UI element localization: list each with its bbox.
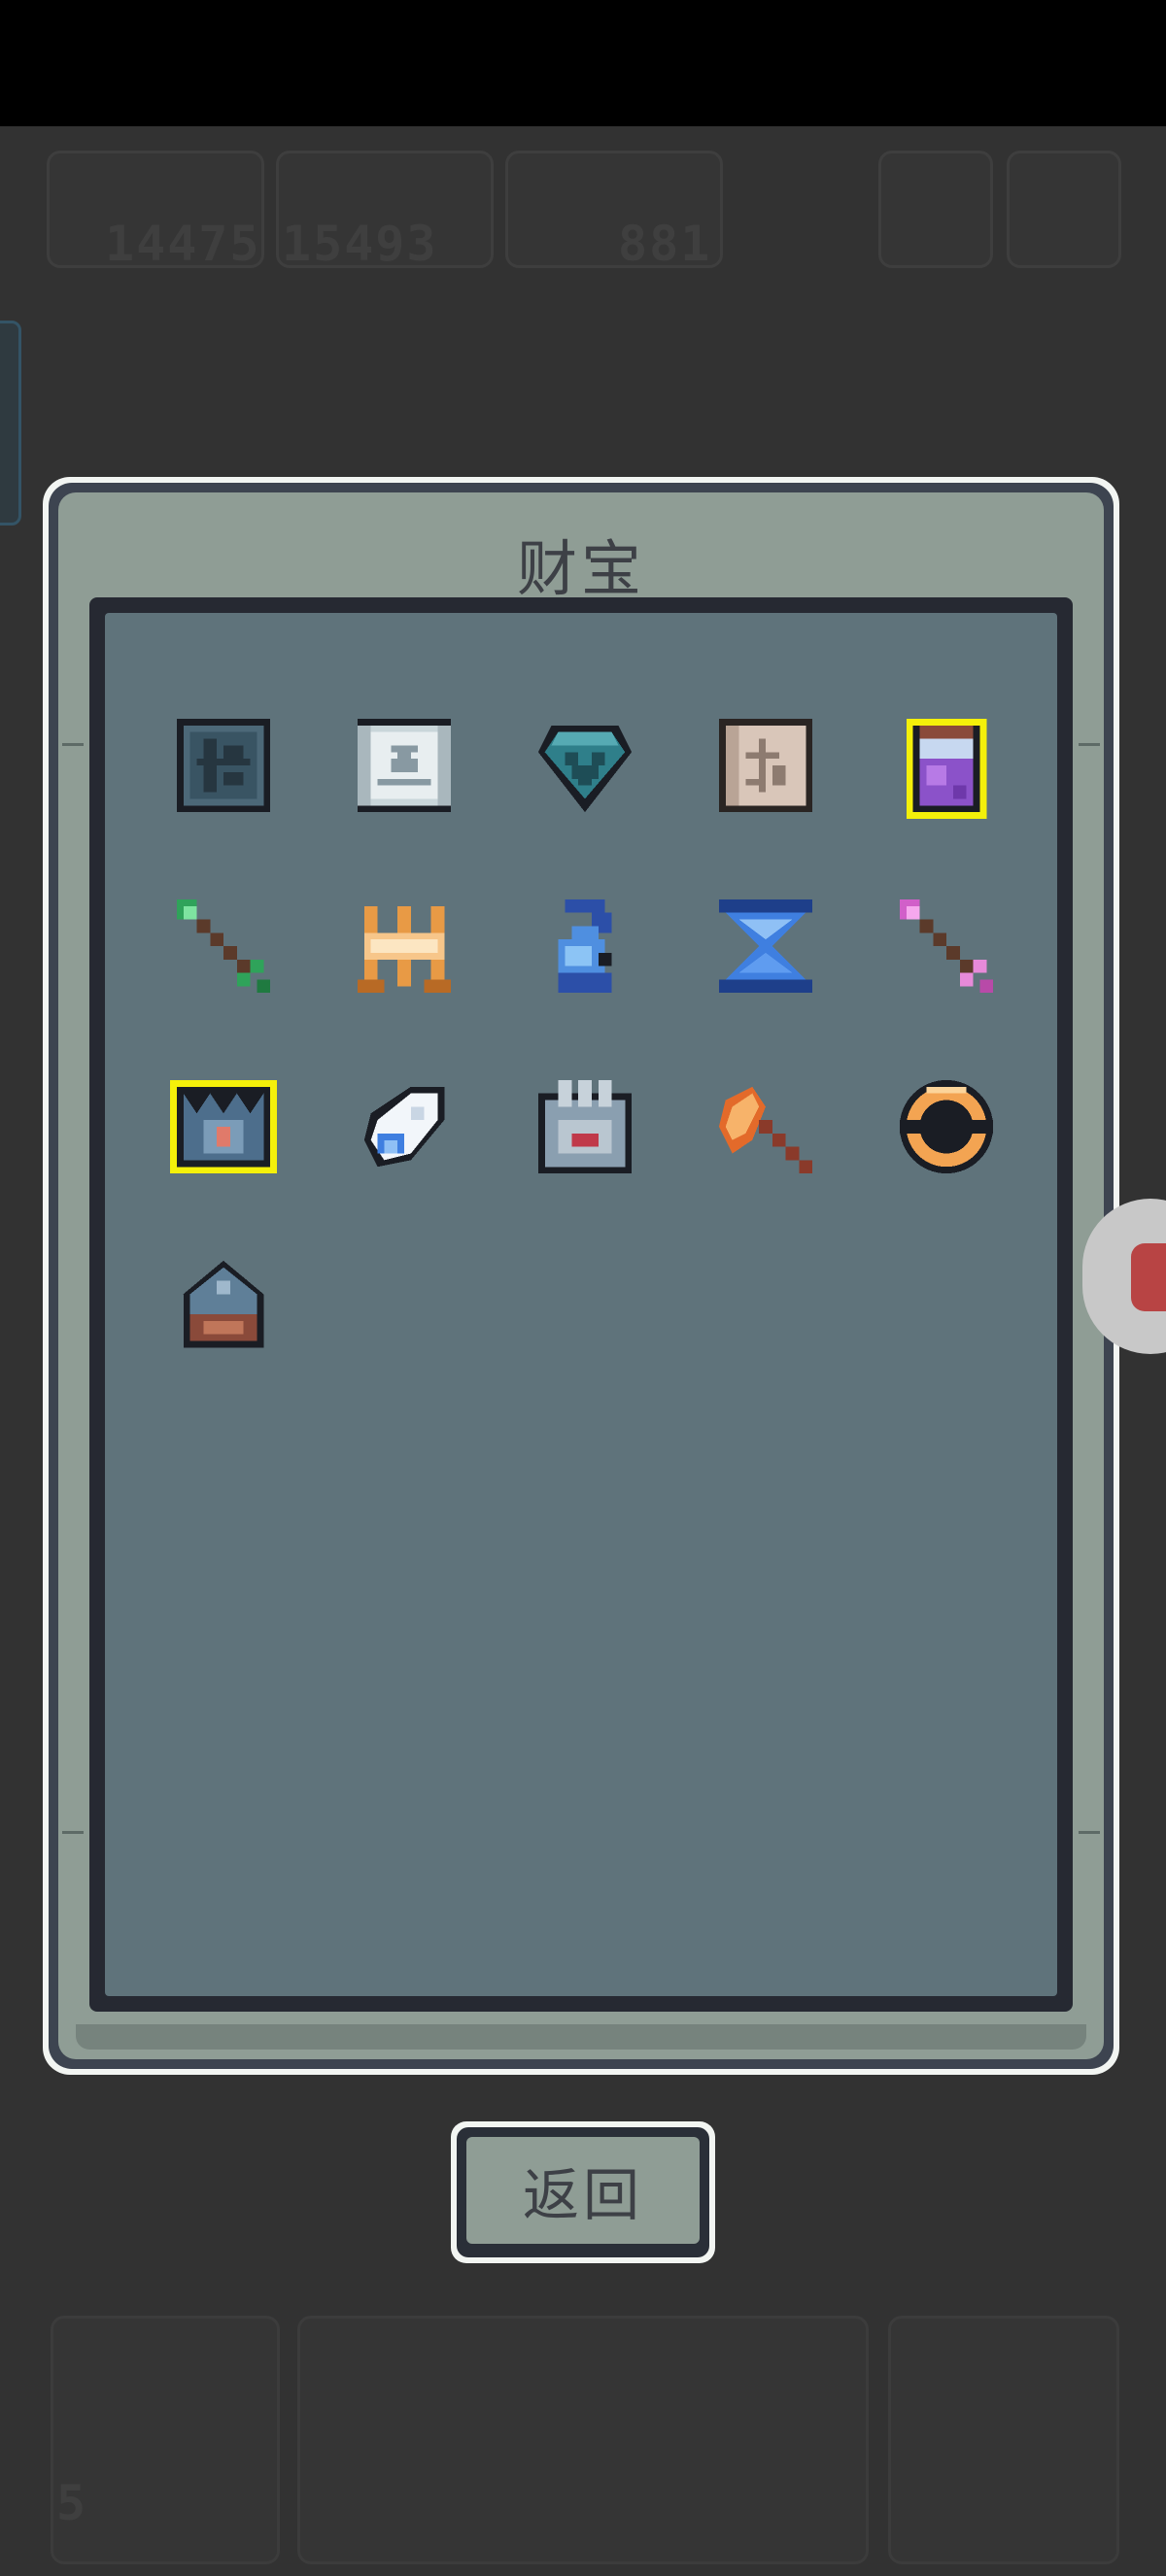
currency-value-3: 881: [618, 216, 712, 272]
spiked-crown-icon: [170, 1079, 277, 1174]
treasure-dialog: 财宝: [43, 477, 1119, 2075]
teal-heart-gem-icon: [537, 725, 633, 813]
treasure-slot-10[interactable]: [888, 888, 1005, 1004]
blue-hourglass-icon: [718, 898, 813, 994]
treasure-slot-7[interactable]: [346, 888, 463, 1004]
treasure-slot-8[interactable]: [527, 888, 643, 1004]
treasure-slot-1[interactable]: [165, 707, 282, 824]
treasure-slot-11[interactable]: [165, 1068, 282, 1185]
ancient-map-icon: [718, 718, 813, 813]
status-bar: [0, 0, 1166, 126]
treasure-slot-16[interactable]: [165, 1249, 282, 1366]
menu-button-2: [1007, 151, 1121, 268]
bottom-nav-center: [297, 2316, 869, 2564]
feather-wing-icon: [363, 1086, 445, 1168]
side-tab: [0, 321, 21, 525]
iron-gauntlet-icon: [537, 1079, 633, 1174]
treasure-grid-frame: [89, 597, 1073, 2012]
fire-axe-icon: [718, 1086, 813, 1174]
golden-claw-icon: [357, 905, 452, 994]
assistant-icon: [1131, 1243, 1166, 1311]
menu-button-1: [878, 151, 993, 268]
bottom-nav-right: [888, 2316, 1119, 2564]
treasure-slot-12[interactable]: [346, 1068, 463, 1185]
treasure-slot-2[interactable]: [346, 707, 463, 824]
skull-scroll-icon: [357, 718, 452, 813]
purple-potion-jar-icon: [906, 718, 987, 819]
orange-ring-icon: [899, 1079, 994, 1174]
bottom-counter: 5: [56, 2475, 88, 2531]
currency-value-1: 14475: [105, 216, 261, 272]
currency-value-2: 15493: [282, 216, 438, 272]
blue-rabbit-icon: [558, 898, 612, 994]
treasure-grid: [105, 613, 1057, 1996]
spiked-helmet-icon: [183, 1260, 264, 1348]
dialog-title: 财宝: [516, 533, 645, 604]
treasure-slot-6[interactable]: [165, 888, 282, 1004]
treasure-slot-4[interactable]: [707, 707, 824, 824]
treasure-slot-5[interactable]: [888, 707, 1005, 824]
back-button-label: 返回: [466, 2137, 700, 2244]
green-arrow-icon: [176, 898, 271, 994]
treasure-slot-14[interactable]: [707, 1068, 824, 1185]
treasure-slot-15[interactable]: [888, 1068, 1005, 1185]
dark-rune-tablet-icon: [176, 718, 271, 813]
treasure-slot-9[interactable]: [707, 888, 824, 1004]
treasure-slot-3[interactable]: [527, 707, 643, 824]
pink-arrow-icon: [899, 898, 994, 994]
treasure-slot-13[interactable]: [527, 1068, 643, 1185]
back-button[interactable]: 返回: [451, 2121, 715, 2263]
